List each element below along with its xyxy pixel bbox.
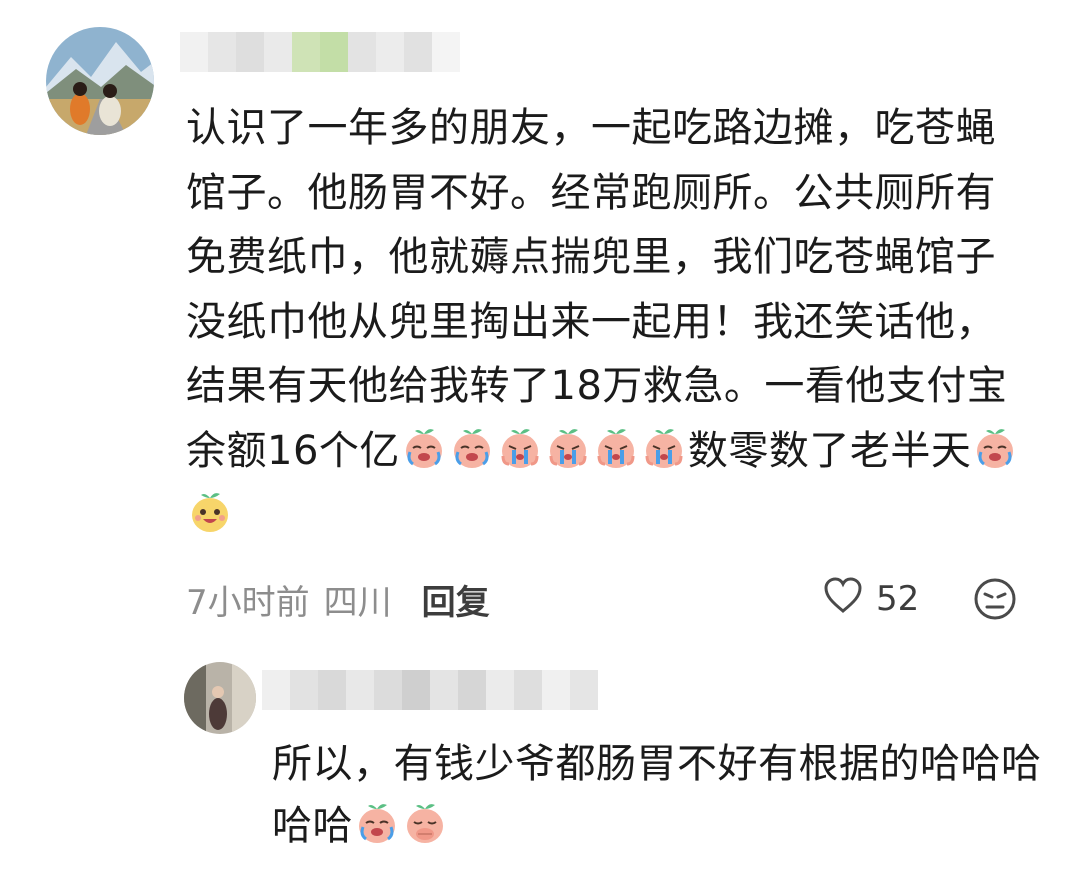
reply-button[interactable]: 回复 — [422, 575, 490, 624]
covering-mouth-face-emoji — [402, 801, 448, 847]
reply-body: 所以，有钱少爷都肠胃不好有根据的哈哈哈哈哈 — [272, 733, 1042, 857]
sobbing-face-emoji — [593, 426, 639, 472]
crying-face-emoji — [449, 426, 495, 472]
sobbing-face-emoji — [545, 426, 591, 472]
sobbing-face-emoji — [641, 426, 687, 472]
commenter-name-blurred[interactable] — [180, 32, 470, 72]
comment-body: 认识了一年多的朋友，一起吃路边摊，吃苍蝇馆子。他肠胃不好。经常跑厕所。公共厕所有… — [186, 96, 1036, 548]
reply-author-name-blurred[interactable] — [262, 670, 602, 710]
comment-meta: 7小时前 四川 回复 — [186, 574, 490, 624]
crying-face-emoji — [401, 426, 447, 472]
comment-location: 四川 — [323, 582, 392, 623]
comment-text-part1: 认识了一年多的朋友，一起吃路边摊，吃苍蝇馆子。他肠胃不好。经常跑厕所。公共厕所有… — [186, 105, 1008, 474]
sobbing-face-emoji — [497, 426, 543, 472]
crying-face-emoji — [972, 426, 1018, 472]
comment-text-part2: 数零数了老半天 — [687, 427, 972, 474]
heart-icon — [822, 575, 864, 624]
dislike-face-icon[interactable] — [972, 576, 1018, 622]
reply-avatar[interactable] — [184, 662, 256, 734]
like-button[interactable]: 52 — [822, 574, 919, 624]
laughing-face-emoji — [187, 490, 233, 536]
like-count: 52 — [876, 579, 920, 619]
crying-face-emoji — [354, 801, 400, 847]
commenter-avatar[interactable] — [46, 27, 154, 135]
comment-time: 7小时前 — [186, 582, 310, 623]
